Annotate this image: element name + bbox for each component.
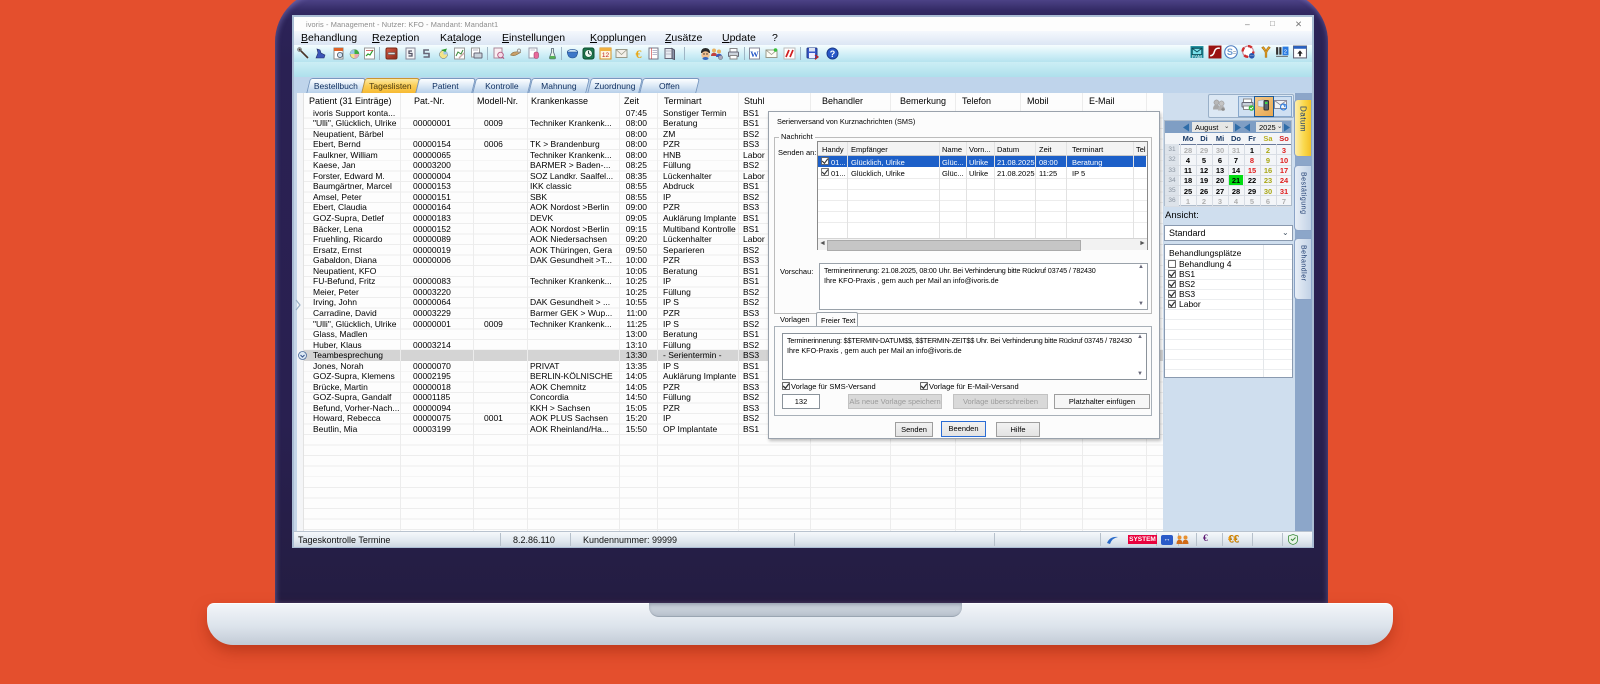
svg-text:?: ? — [830, 49, 836, 59]
svg-text:W: W — [750, 49, 759, 59]
svg-text:12: 12 — [602, 52, 610, 59]
svg-text:€: € — [636, 47, 642, 60]
svg-text:FAM: FAM — [1192, 54, 1202, 59]
svg-text:2: 2 — [1284, 50, 1287, 56]
svg-text:S: S — [1227, 47, 1233, 57]
